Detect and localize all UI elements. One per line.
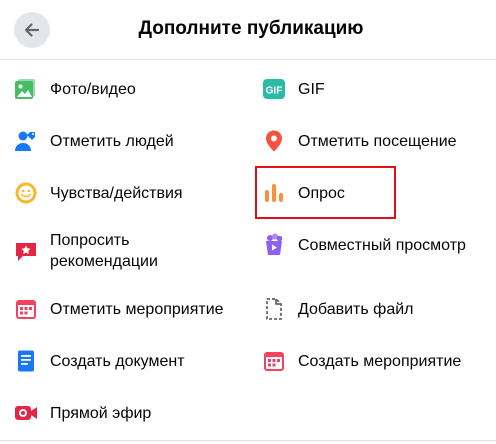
document-icon [14,349,38,373]
option-add-file[interactable]: Добавить файл [262,283,496,335]
photo-video-icon [14,77,38,101]
page-title: Дополните публикацию [138,18,364,39]
recommendation-icon [14,239,38,263]
option-label: Совместный просмотр [298,236,466,254]
tag-people-icon [14,129,38,153]
location-pin-icon [262,129,286,153]
option-label: Попросить рекомендации [50,232,158,270]
option-gif[interactable]: GIF GIF [262,63,496,115]
event-calendar-icon [14,297,38,321]
option-watch-party[interactable]: Совместный просмотр [262,219,496,271]
gif-icon: GIF [262,77,286,101]
option-label: Создать мероприятие [298,352,462,370]
option-label: Прямой эфир [50,404,152,422]
option-label: Фото/видео [50,80,136,98]
option-label: Опрос [298,184,345,202]
feeling-emoji-icon [14,181,38,205]
option-tag-event[interactable]: Отметить мероприятие [14,283,250,335]
option-tag-people[interactable]: Отметить людей [14,115,250,167]
poll-icon [262,181,286,205]
file-icon [262,297,286,321]
live-video-icon [14,401,38,425]
option-feeling[interactable]: Чувства/действия [14,167,250,219]
option-ask-recommendations[interactable]: Попросить рекомендации [14,219,250,283]
option-label: Создать документ [50,352,185,370]
option-create-event[interactable]: Создать мероприятие [262,335,496,387]
header: Дополните публикацию [0,0,496,60]
option-photo-video[interactable]: Фото/видео [14,63,250,115]
option-label: Отметить посещение [298,132,457,150]
watch-party-icon [262,233,286,257]
option-create-document[interactable]: Создать документ [14,335,250,387]
create-event-icon [262,349,286,373]
option-label: Отметить мероприятие [50,300,224,318]
option-label: Добавить файл [298,300,414,318]
bottom-divider [0,440,496,444]
option-label: Отметить людей [50,132,174,150]
option-check-in[interactable]: Отметить посещение [262,115,496,167]
option-label: GIF [298,80,325,98]
option-label: Чувства/действия [50,184,183,202]
svg-text:GIF: GIF [266,86,283,97]
option-poll[interactable]: Опрос [262,167,496,219]
option-live-video[interactable]: Прямой эфир [14,387,250,439]
